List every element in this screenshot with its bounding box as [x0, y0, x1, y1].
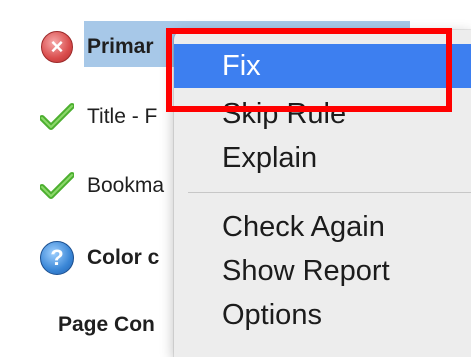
help-icon: ?: [40, 241, 74, 275]
menu-item-explain[interactable]: Explain: [174, 136, 471, 180]
rule-label: Title - F: [87, 105, 158, 128]
menu-separator: [188, 192, 471, 193]
error-icon: ×: [40, 30, 74, 64]
callout-highlight-box: [166, 28, 452, 112]
rule-label: Color c: [87, 246, 160, 269]
rule-label: Primar: [87, 35, 154, 58]
rule-label: Bookma: [87, 174, 165, 197]
checkmark-icon: [40, 169, 74, 203]
section-heading: Page Con: [58, 313, 155, 336]
menu-item-options[interactable]: Options: [174, 293, 471, 337]
checkmark-icon: [40, 100, 74, 134]
menu-item-check-again[interactable]: Check Again: [174, 205, 471, 249]
menu-item-show-report[interactable]: Show Report: [174, 249, 471, 293]
